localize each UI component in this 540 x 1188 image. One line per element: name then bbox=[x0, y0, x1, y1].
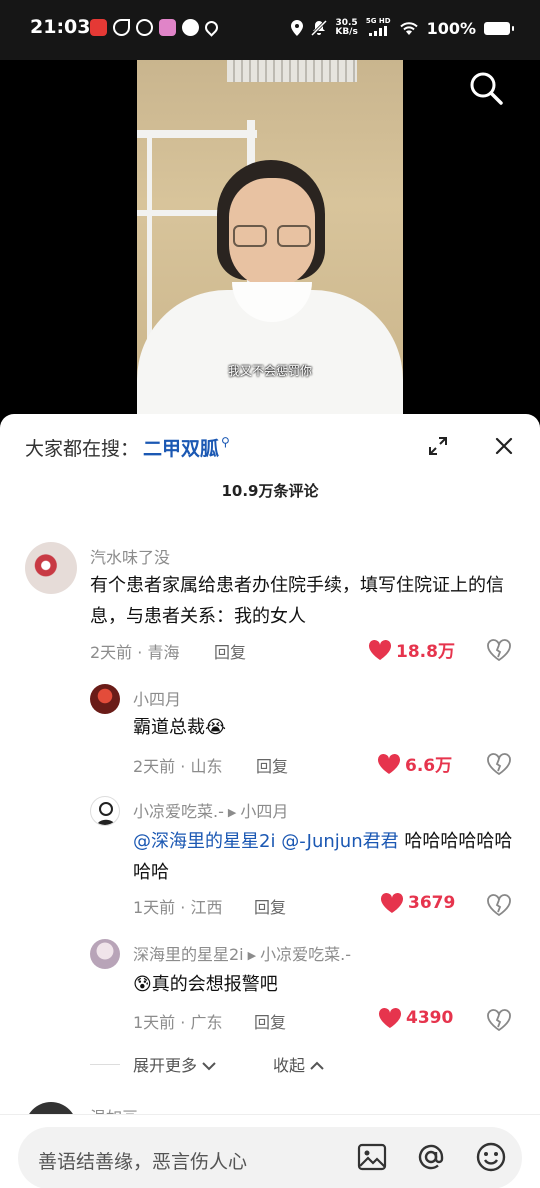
avatar[interactable] bbox=[90, 939, 120, 969]
location-icon bbox=[291, 20, 304, 36]
comment-count: 10.9万条评论 bbox=[221, 482, 319, 500]
like-button[interactable]: 3679 bbox=[380, 892, 455, 914]
comment-sheet: 大家都在搜： 二甲双胍 ⚲ 10.9万条评论 汽水味了没 有个患者家属给患者办住… bbox=[0, 414, 540, 1188]
comment-item: 汽水味了没 有个患者家属给患者办住院手续，填写住院证上的信息，与患者关系：我的女… bbox=[0, 542, 540, 672]
like-count: 6.6万 bbox=[405, 756, 453, 776]
comment-meta: 1天前 · 广东 bbox=[133, 1013, 223, 1032]
comment-username[interactable]: 深海里的星星2i ▶ 小凉爱吃菜.- bbox=[133, 941, 351, 965]
comment-item: 小四月 霸道总裁😭 2天前 · 山东 回复 6.6万 bbox=[0, 684, 540, 784]
crying-laughing-emoji: 😭 bbox=[205, 717, 227, 738]
mute-icon bbox=[311, 20, 328, 36]
chat-bubble-icon bbox=[182, 19, 199, 36]
comment-item: 深海里的星星2i ▶ 小凉爱吃菜.- 😰真的会想报警吧 1天前 · 广东 回复 43… bbox=[0, 939, 540, 1039]
avatar[interactable] bbox=[25, 542, 77, 594]
comment-username[interactable]: 小凉爱吃菜.- ▶ 小四月 bbox=[133, 798, 288, 822]
comment-input[interactable]: 善语结善缘，恶言伤人心 bbox=[18, 1127, 522, 1188]
wifi-icon bbox=[399, 22, 418, 35]
video-player[interactable]: 我又不会惩罚你 bbox=[0, 60, 540, 420]
app-notification-icon bbox=[90, 19, 107, 36]
video-caption: 我又不会惩罚你 bbox=[227, 364, 312, 378]
reply-button[interactable]: 回复 bbox=[254, 1009, 286, 1033]
reply-button[interactable]: 回复 bbox=[214, 639, 246, 663]
weibo-icon bbox=[136, 19, 153, 36]
avatar[interactable] bbox=[90, 796, 120, 826]
heart-filled-icon bbox=[368, 639, 392, 660]
like-count: 18.8万 bbox=[396, 642, 455, 662]
ceiling-vent bbox=[227, 60, 357, 82]
reply-button[interactable]: 回复 bbox=[254, 894, 286, 918]
comment-meta: 1天前 · 江西 bbox=[133, 898, 223, 917]
avatar-drawing bbox=[97, 802, 115, 825]
emoji-icon[interactable] bbox=[475, 1141, 507, 1173]
mention-link[interactable]: @深海里的星星2i bbox=[133, 831, 275, 852]
status-time: 21:03 bbox=[30, 16, 91, 38]
comment-username[interactable]: 小四月 bbox=[133, 686, 181, 710]
notification-icons bbox=[90, 18, 221, 37]
reply-arrow-icon: ▶ bbox=[227, 806, 237, 819]
comment-meta: 2天前 · 山东 bbox=[133, 757, 223, 776]
status-right: 30.5 KB/s 5G HD 100% bbox=[291, 17, 514, 39]
store-icon bbox=[159, 19, 176, 36]
comment-text: 😰真的会想报警吧 bbox=[133, 974, 278, 995]
input-placeholder: 善语结善缘，恶言伤人心 bbox=[38, 1151, 248, 1173]
dislike-icon[interactable] bbox=[487, 1009, 511, 1031]
comment-item: 小凉爱吃菜.- ▶ 小四月 @深海里的星星2i @-Junjun君君 哈哈哈哈哈哈哈… bbox=[0, 796, 540, 926]
battery-percent: 100% bbox=[426, 18, 476, 38]
search-small-icon: ⚲ bbox=[221, 434, 230, 449]
chevron-down-icon bbox=[202, 1062, 216, 1071]
comment-text: 霸道总裁😭 bbox=[133, 717, 227, 738]
comment-input-bar: 善语结善缘，恶言伤人心 bbox=[0, 1114, 540, 1188]
like-button[interactable]: 6.6万 bbox=[377, 751, 452, 776]
location-pin-icon bbox=[202, 18, 221, 37]
comment-username[interactable]: 汽水味了没 bbox=[90, 544, 170, 568]
bird-icon bbox=[113, 19, 130, 36]
comment-meta: 2天前 · 青海 bbox=[90, 643, 180, 662]
signal-icon bbox=[369, 26, 388, 36]
battery-icon bbox=[484, 21, 514, 35]
like-count: 3679 bbox=[408, 893, 456, 913]
dislike-icon[interactable] bbox=[487, 753, 511, 775]
image-icon[interactable] bbox=[356, 1141, 388, 1173]
expand-icon[interactable] bbox=[428, 436, 448, 456]
replies-controls: 展开更多 收起 bbox=[90, 1050, 470, 1080]
signal-indicator: 5G HD bbox=[366, 17, 391, 39]
avatar[interactable] bbox=[90, 684, 120, 714]
heart-filled-icon bbox=[377, 753, 401, 774]
expand-more-button[interactable]: 展开更多 bbox=[133, 1052, 216, 1076]
network-speed: 30.5 KB/s bbox=[335, 18, 358, 37]
sweat-smile-emoji: 😰 bbox=[133, 974, 152, 995]
like-button[interactable]: 18.8万 bbox=[368, 637, 455, 662]
dislike-icon[interactable] bbox=[487, 894, 511, 916]
divider bbox=[90, 1064, 120, 1065]
like-button[interactable]: 4390 bbox=[378, 1007, 453, 1029]
comment-text: @深海里的星星2i @-Junjun君君 哈哈哈哈哈哈哈哈 bbox=[133, 831, 513, 883]
status-bar: 21:03 30.5 KB/s 5G HD 100% bbox=[0, 0, 540, 60]
reply-button[interactable]: 回复 bbox=[256, 753, 288, 777]
like-count: 4390 bbox=[406, 1008, 454, 1028]
heart-filled-icon bbox=[378, 1007, 402, 1028]
trending-search[interactable]: 大家都在搜： 二甲双胍 ⚲ bbox=[25, 434, 230, 461]
chevron-up-icon bbox=[310, 1061, 324, 1070]
trend-keyword[interactable]: 二甲双胍 bbox=[143, 434, 219, 461]
close-icon[interactable] bbox=[494, 436, 514, 456]
glasses bbox=[233, 225, 313, 247]
collapse-button[interactable]: 收起 bbox=[273, 1052, 324, 1076]
at-mention-icon[interactable] bbox=[415, 1141, 447, 1173]
comment-text: 有个患者家属给患者办住院手续，填写住院证上的信息，与患者关系：我的女人 bbox=[90, 575, 504, 627]
trend-prefix: 大家都在搜： bbox=[25, 438, 140, 460]
dislike-icon[interactable] bbox=[487, 639, 511, 661]
heart-filled-icon bbox=[380, 892, 404, 913]
video-frame: 我又不会惩罚你 bbox=[137, 60, 403, 420]
search-icon[interactable] bbox=[468, 70, 504, 106]
reply-arrow-icon: ▶ bbox=[247, 949, 257, 962]
mention-link[interactable]: @-Junjun君君 bbox=[281, 831, 398, 852]
